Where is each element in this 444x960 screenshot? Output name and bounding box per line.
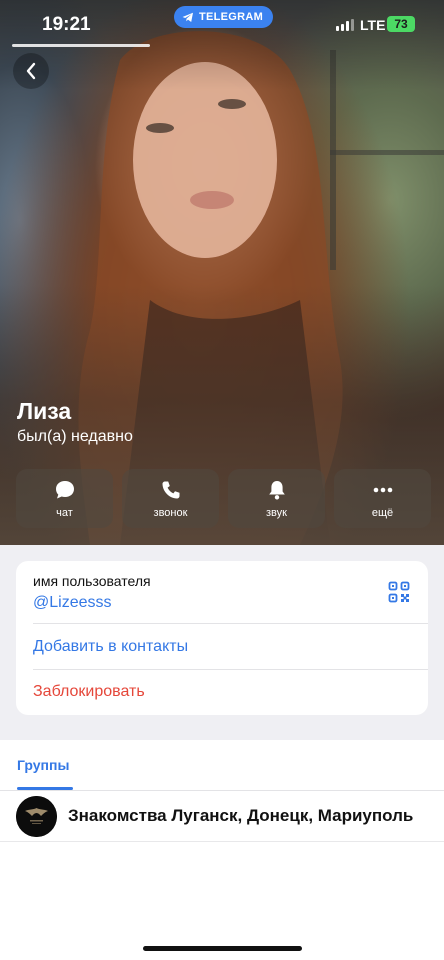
group-title: Знакомства Луганск, Донецк, Мариуполь bbox=[68, 806, 414, 825]
tab-bar: Группы bbox=[0, 740, 444, 790]
progress-indicator bbox=[12, 44, 150, 47]
sound-button-label: звук bbox=[266, 506, 287, 519]
back-button[interactable] bbox=[13, 53, 49, 89]
more-button[interactable]: ещё bbox=[334, 469, 431, 528]
username-link[interactable]: @Lizeesss bbox=[33, 594, 112, 612]
divider bbox=[33, 669, 428, 670]
telegram-pill-label: TELEGRAM bbox=[199, 11, 264, 23]
add-to-contacts-button[interactable]: Добавить в контакты bbox=[33, 638, 188, 656]
network-type: LTE bbox=[360, 17, 386, 33]
telegram-pill[interactable]: TELEGRAM bbox=[174, 6, 274, 28]
divider bbox=[0, 841, 444, 842]
status-time: 19:21 bbox=[42, 14, 91, 35]
profile-last-seen: был(а) недавно bbox=[17, 428, 133, 445]
battery-icon: 73 bbox=[387, 16, 415, 32]
more-dots-icon bbox=[373, 487, 392, 492]
telegram-icon bbox=[182, 12, 193, 22]
qr-code-icon[interactable] bbox=[388, 581, 410, 608]
profile-name: Лиза bbox=[17, 398, 72, 424]
chat-button-label: чат bbox=[56, 506, 73, 519]
divider bbox=[33, 623, 428, 624]
more-button-label: ещё bbox=[371, 506, 394, 519]
group-avatar bbox=[16, 796, 57, 837]
profile-photo[interactable] bbox=[0, 0, 444, 545]
chat-bubble-icon bbox=[55, 480, 74, 498]
phone-icon bbox=[162, 481, 179, 498]
block-user-button[interactable]: Заблокировать bbox=[33, 683, 145, 701]
action-buttons: чат звонок звук ещё bbox=[16, 469, 431, 528]
username-caption: имя пользователя bbox=[33, 573, 151, 589]
chevron-left-icon bbox=[26, 62, 36, 80]
wings-logo-icon bbox=[16, 796, 57, 837]
tab-groups[interactable]: Группы bbox=[17, 757, 69, 773]
home-indicator[interactable] bbox=[143, 946, 302, 951]
sound-button[interactable]: звук bbox=[228, 469, 325, 528]
call-button[interactable]: звонок bbox=[122, 469, 219, 528]
call-button-label: звонок bbox=[153, 506, 188, 519]
bell-icon bbox=[268, 480, 285, 499]
chat-button[interactable]: чат bbox=[16, 469, 113, 528]
info-card: имя пользователя @Lizeesss Добавить в ко… bbox=[16, 561, 428, 715]
list-item[interactable]: Знакомства Луганск, Донецк, Мариуполь bbox=[0, 791, 444, 841]
signal-icon bbox=[336, 19, 354, 31]
